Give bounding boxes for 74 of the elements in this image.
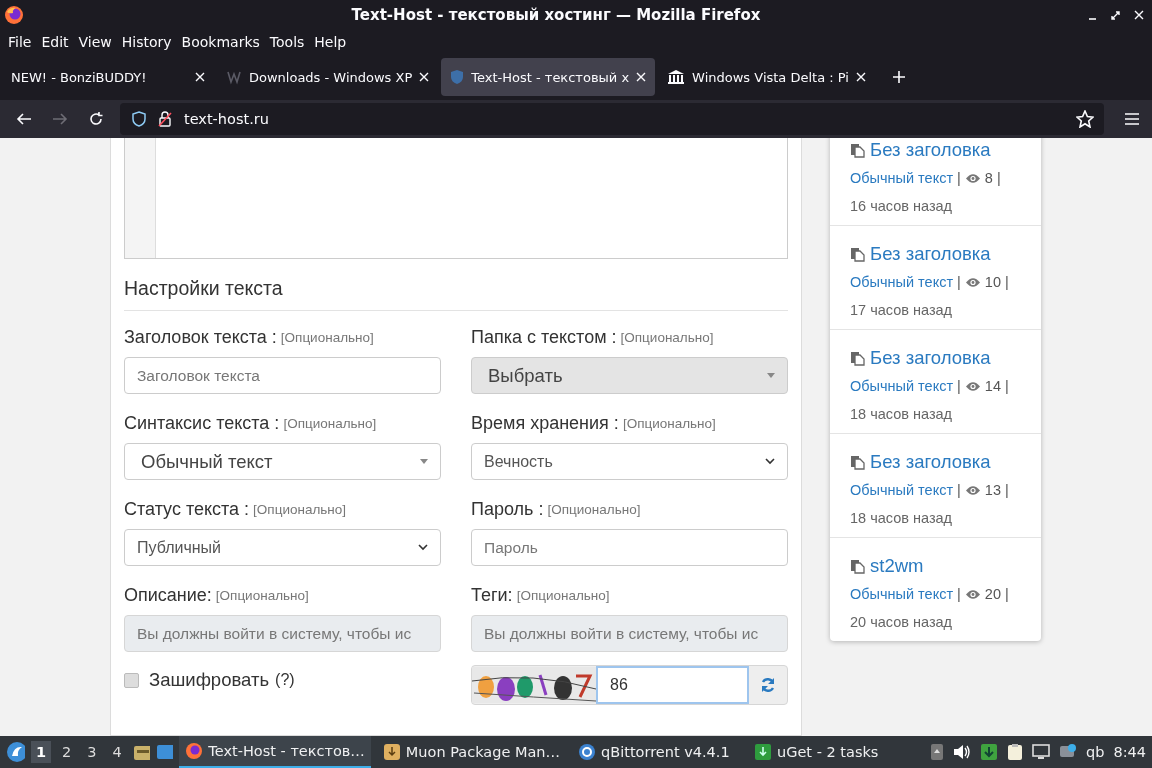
menu-item[interactable]: History (117, 33, 176, 51)
optional-hint: [Опционально] (622, 415, 716, 431)
optional-hint: [Опционально] (215, 587, 309, 603)
select-field[interactable]: Публичный (124, 529, 441, 566)
paste-title-link[interactable]: Без заголовка (870, 243, 991, 265)
url-text: text-host.ru (184, 111, 270, 127)
separator-text: | (957, 170, 961, 186)
field-label: Пароль : (471, 498, 544, 520)
syntax-link[interactable]: Обычный текст (850, 274, 954, 290)
field-label: Папка с текстом : (471, 326, 617, 348)
separator-text: | (957, 378, 961, 394)
workspace-button[interactable]: 3 (82, 741, 102, 763)
menu-item[interactable]: Tools (265, 33, 309, 51)
view-count: 14 | (984, 378, 1009, 394)
optional-hint: [Опционально] (620, 329, 714, 345)
separator-text: | (957, 586, 961, 602)
taskbar-window-button[interactable]: uGet - 2 tasks (748, 736, 918, 768)
browser-tab[interactable]: Text-Host - текстовый х (441, 58, 656, 96)
post-age: 18 часов назад (850, 406, 954, 422)
browser-tab[interactable]: NEW! - BonziBUDDY! (2, 58, 214, 96)
browser-tab[interactable]: Windows Vista Delta : Pi (658, 58, 875, 96)
menu-item[interactable]: Help (310, 33, 351, 51)
tray-label: qb (1086, 744, 1105, 760)
view-count: 20 | (984, 586, 1009, 602)
optional-hint: [Опционально] (280, 329, 374, 345)
optional-hint: [Опционально] (547, 501, 641, 517)
separator-text: | (957, 274, 961, 290)
menu-item[interactable]: File (4, 33, 36, 51)
separator-text: | (957, 482, 961, 498)
workspace-button[interactable]: 1 (31, 741, 52, 763)
paste-title-link[interactable]: Без заголовка (870, 451, 991, 473)
menu-item[interactable]: View (74, 33, 116, 51)
window-title: Text-Host - текстовый хостинг — Mozilla Firefox (350, 6, 762, 24)
menu-item[interactable]: Bookmarks (177, 33, 264, 51)
paste-title-link[interactable]: Без заголовка (870, 139, 991, 161)
taskbar-window-button[interactable]: qBittorrent v4.4.1 (572, 736, 742, 768)
post-age: 16 часов назад (850, 198, 954, 214)
optional-hint: [Опционально] (283, 415, 377, 431)
address-bar[interactable]: text-host.ru (120, 103, 1104, 135)
text-field[interactable]: Заголовок текста (124, 357, 441, 394)
view-count: 10 | (984, 274, 1009, 290)
workspace-button[interactable]: 2 (57, 741, 77, 763)
browser-tab[interactable]: Downloads - Windows XP (217, 58, 439, 96)
select-field[interactable]: Вечность (471, 443, 788, 480)
dropdown[interactable]: Обычный текст (124, 443, 441, 480)
captcha-field[interactable]: 86 (596, 666, 749, 704)
post-age: 20 часов назад (850, 614, 954, 630)
text-field[interactable]: Пароль (471, 529, 788, 566)
clock: 8:44 (1113, 744, 1146, 760)
section-heading: Настройки текста (124, 277, 788, 311)
taskbar-window-button[interactable]: Text-Host - текстов… (179, 736, 371, 768)
syntax-link[interactable]: Обычный текст (850, 378, 954, 394)
taskbar-window-button[interactable]: Muon Package Man… (376, 736, 566, 768)
field-label: Синтаксис текста : (124, 412, 280, 434)
post-age: 18 часов назад (850, 510, 954, 526)
checkbox-label: Зашифровать (149, 669, 270, 691)
syntax-link[interactable]: Обычный текст (850, 586, 954, 602)
workspace-button[interactable]: 4 (107, 741, 127, 763)
field-label: Теги: (471, 584, 513, 606)
paste-title-link[interactable]: st2wm (870, 555, 924, 577)
paste-title-link[interactable]: Без заголовка (870, 347, 991, 369)
menu-item[interactable]: Edit (37, 33, 73, 51)
field-label: Заголовок текста : (124, 326, 277, 348)
syntax-link[interactable]: Обычный текст (850, 170, 954, 186)
view-count: 8 | (984, 170, 1001, 186)
optional-hint: [Опционально] (516, 587, 610, 603)
field-label: Время хранения : (471, 412, 619, 434)
post-age: 17 часов назад (850, 302, 954, 318)
syntax-link[interactable]: Обычный текст (850, 482, 954, 498)
field-label: Статус текста : (124, 498, 250, 520)
help-link[interactable]: (?) (275, 671, 295, 689)
optional-hint: [Опционально] (253, 501, 347, 517)
view-count: 13 | (984, 482, 1009, 498)
field-label: Описание: (124, 584, 212, 606)
